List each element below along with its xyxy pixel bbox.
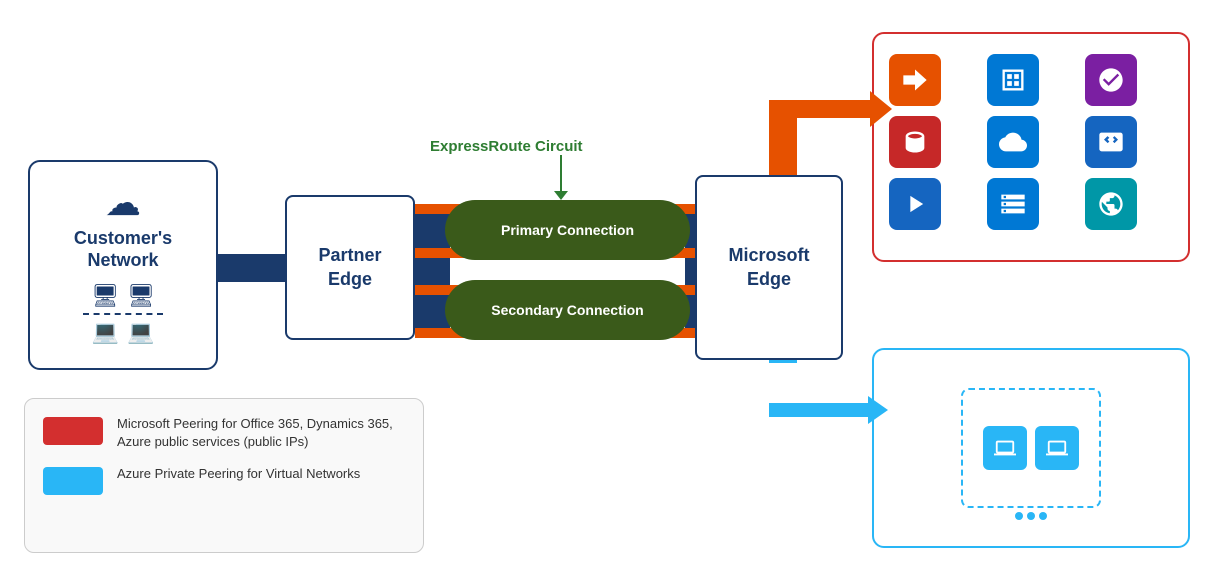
sql-icon [889,116,941,168]
expressroute-label: ExpressRoute Circuit [430,138,583,155]
customer-network-label: Customer's Network [74,228,172,271]
primary-connection-label: Primary Connection [501,222,634,238]
dot-2 [1027,512,1035,520]
azure-vnet-inner [961,388,1101,508]
table-icon [987,54,1039,106]
legend-text-2: Azure Private Peering for Virtual Networ… [117,465,360,483]
customer-network-box: ☁ Customer's Network 🖥 🖥 💻 💻 [28,160,218,370]
stream-icon [889,178,941,230]
legend-item-2: Azure Private Peering for Virtual Networ… [43,465,405,495]
partner-edge-box: Partner Edge [285,195,415,340]
vm-icon-1 [983,426,1027,470]
azure-private-box [872,348,1190,548]
connection-dots [1015,512,1047,520]
legend-box: Microsoft Peering for Office 365, Dynami… [24,398,424,553]
legend-color-red [43,417,103,445]
computer-icon-2: 🖥 [127,283,155,309]
web-icon [1085,178,1137,230]
primary-connection-pill: Primary Connection [445,200,690,260]
office365-icon [889,54,941,106]
azure-horizontal-right [769,403,874,417]
legend-text-1: Microsoft Peering for Office 365, Dynami… [117,415,405,451]
cloud-icon [987,116,1039,168]
secondary-connection-label: Secondary Connection [491,302,643,318]
api-icon [1085,116,1137,168]
computer-icon-1: 🖥 [91,283,119,309]
computer-icon-3: 💻 [92,319,119,345]
computer-icon-4: 💻 [127,319,154,345]
customer-to-partner-connector [218,254,288,282]
vm-icons-row [983,426,1079,470]
diagram-container: ☁ Customer's Network 🖥 🖥 💻 💻 Partner Edg… [0,0,1215,581]
microsoft-edge-label: Microsoft Edge [729,244,810,291]
orange-horizontal-right [769,100,876,118]
legend-item-1: Microsoft Peering for Office 365, Dynami… [43,415,405,451]
network-devices: 🖥 🖥 💻 💻 [83,283,163,345]
office365-box [872,32,1190,262]
dot-3 [1039,512,1047,520]
elephant-icon [1085,54,1137,106]
microsoft-edge-box: Microsoft Edge [695,175,843,360]
customer-cloud-icon: ☁ [105,182,141,224]
office-icons-grid [874,34,1188,240]
vm-icon-2 [1035,426,1079,470]
dot-1 [1015,512,1023,520]
secondary-connection-pill: Secondary Connection [445,280,690,340]
expressroute-arrowhead [554,191,568,200]
orange-arrowhead [870,91,892,127]
expressroute-arrow-line [560,155,562,195]
legend-color-blue [43,467,103,495]
azure-arrowhead [868,396,888,424]
storage-icon [987,178,1039,230]
device-connection-line [83,313,163,315]
partner-edge-label: Partner Edge [318,244,381,291]
